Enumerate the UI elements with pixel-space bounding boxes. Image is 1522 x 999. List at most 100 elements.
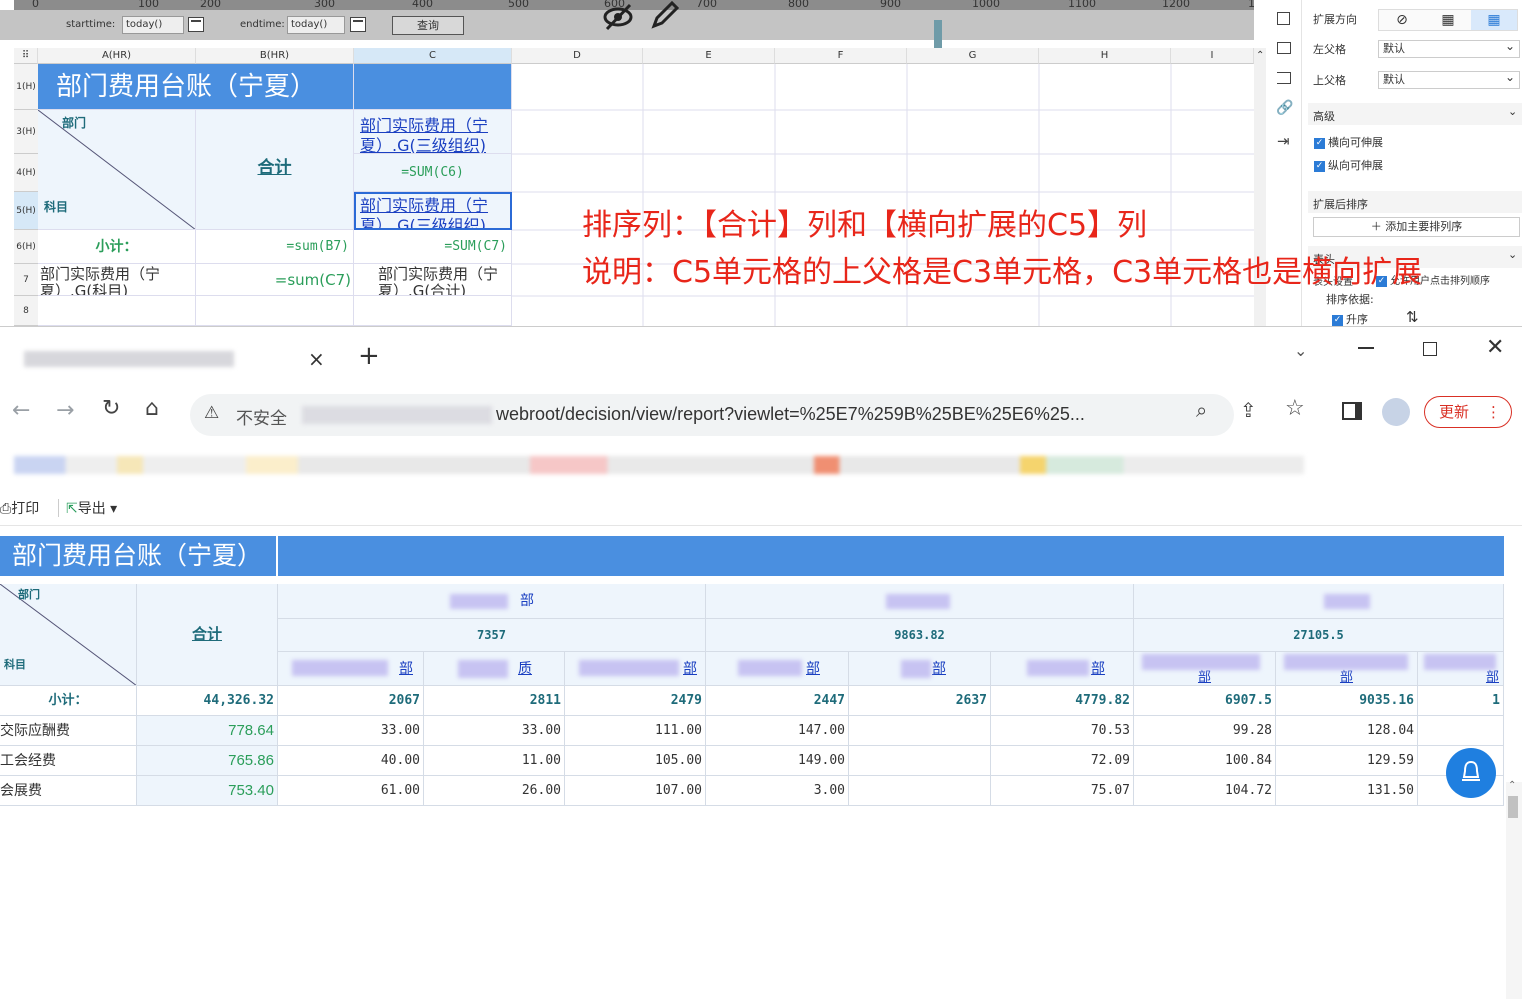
column-header[interactable]: A(HR) — [38, 48, 196, 64]
bookmark-star-icon[interactable]: ☆ — [1285, 396, 1305, 421]
grid-corner[interactable]: ⠿ — [14, 48, 38, 64]
c5-cell-selected[interactable]: 部门实际费用（宁夏）.G(三级组织) — [354, 192, 512, 230]
maximize-icon[interactable] — [1423, 342, 1437, 356]
subheader-cell[interactable]: 部 — [1276, 652, 1418, 686]
row-header[interactable]: 3(H) — [14, 110, 38, 154]
close-tab-icon[interactable]: × — [308, 347, 325, 371]
advanced-section-header[interactable]: 高级 ⌄ — [1308, 103, 1522, 125]
row-header[interactable]: 5(H) — [14, 192, 38, 230]
export-button[interactable]: ⇱导出 ▾ — [66, 498, 117, 518]
avatar[interactable] — [1382, 398, 1410, 426]
no-expand-icon[interactable]: ⊘ — [1379, 10, 1425, 30]
pencil-icon[interactable] — [650, 0, 680, 37]
endtime-input[interactable]: today() — [287, 16, 345, 34]
title-cell[interactable]: 部门费用台账（宁夏） — [38, 64, 354, 110]
column-header[interactable]: D — [512, 48, 643, 64]
subheader-cell[interactable]: 部 — [849, 652, 991, 686]
slash-header-cell[interactable]: 部门 科目 — [38, 110, 196, 230]
left-parent-select[interactable]: 默认 — [1378, 38, 1520, 58]
subheader-cell[interactable]: 部 — [706, 652, 849, 686]
c3-cell[interactable]: 部门实际费用（宁夏）.G(三级组织) — [354, 110, 512, 154]
group-header[interactable] — [1134, 584, 1504, 619]
row-header[interactable]: 6(H) — [14, 230, 38, 264]
style-icon[interactable] — [1277, 72, 1291, 84]
subheader-cell[interactable]: 质 — [424, 652, 565, 686]
group-header[interactable] — [706, 584, 1134, 619]
subheader-cell[interactable]: 部 — [1418, 652, 1504, 686]
v-expand-checkbox[interactable]: ✓ 纵向可伸展 — [1314, 157, 1383, 173]
title-cell-c1[interactable] — [354, 64, 512, 110]
cell-element-icon[interactable] — [1277, 12, 1290, 25]
report-vertical-scrollbar[interactable]: ⌃ — [1506, 780, 1522, 999]
import-icon[interactable]: ⇥ — [1277, 132, 1290, 150]
calendar-icon[interactable] — [188, 17, 204, 32]
url-bar[interactable]: ⚠ 不安全 webroot/decision/view/report?viewl… — [190, 394, 1234, 436]
warning-icon[interactable]: ⚠ — [204, 403, 219, 423]
a7-cell[interactable]: 部门实际费用（宁夏）.G(科目) — [38, 264, 196, 296]
starttime-input[interactable]: today() — [122, 16, 184, 34]
c6-cell[interactable]: =SUM(C7) — [354, 230, 512, 264]
column-header[interactable]: E — [643, 48, 775, 64]
link-icon[interactable]: 🔗 — [1276, 100, 1293, 116]
chevron-up-icon[interactable]: ⌃ — [1256, 50, 1264, 61]
side-panel-icon[interactable] — [1342, 402, 1362, 420]
top-parent-select[interactable]: 默认 — [1378, 69, 1520, 89]
column-header[interactable]: C — [354, 48, 512, 64]
column-header[interactable]: F — [775, 48, 907, 64]
back-icon[interactable]: ← — [12, 398, 30, 423]
column-header[interactable]: G — [907, 48, 1039, 64]
b7-cell[interactable]: =sum(C7) — [196, 264, 354, 296]
xiaoji-cell[interactable]: 小计： — [38, 230, 196, 264]
subheader-cell[interactable]: 部 — [1134, 652, 1276, 686]
empty-cell[interactable] — [38, 296, 196, 326]
export-icon: ⇱ — [66, 501, 78, 517]
subheader-cell[interactable]: 部 — [565, 652, 706, 686]
group-header[interactable]: 部 — [278, 584, 706, 619]
more-menu-icon[interactable]: ⋮ — [1486, 397, 1501, 427]
calendar-icon[interactable] — [350, 17, 366, 32]
chevron-down-icon[interactable]: ⌄ — [1508, 105, 1517, 118]
sort-after-section-header[interactable]: 扩展后排序 — [1308, 191, 1522, 213]
column-header[interactable]: H — [1039, 48, 1171, 64]
close-window-icon[interactable]: ✕ — [1486, 335, 1504, 360]
new-tab-icon[interactable]: + — [358, 341, 380, 371]
report-heji-header[interactable]: 合计 — [137, 584, 278, 686]
query-button[interactable]: 查询 — [392, 16, 464, 35]
minimize-icon[interactable] — [1358, 347, 1374, 349]
b6-cell[interactable]: =sum(B7) — [196, 230, 354, 264]
forward-icon[interactable]: → — [56, 398, 74, 423]
chevron-up-icon[interactable]: ⌃ — [1508, 780, 1516, 791]
sort-order-icon[interactable]: ⇅ — [1406, 308, 1419, 326]
column-header[interactable]: B(HR) — [196, 48, 354, 64]
empty-cell[interactable] — [196, 296, 354, 326]
row-header[interactable]: 1(H) — [14, 64, 38, 110]
heji-cell[interactable]: 合计 — [196, 110, 354, 230]
subheader-cell[interactable]: 部 — [991, 652, 1134, 686]
share-icon[interactable]: ⇪ — [1240, 398, 1257, 422]
add-sort-button[interactable]: ＋ 添加主要排列序 — [1313, 217, 1520, 237]
row-header[interactable]: 7 — [14, 264, 38, 296]
cell-attribute-icon[interactable] — [1277, 42, 1291, 54]
asc-checkbox[interactable]: ✓ 升序 — [1332, 311, 1368, 326]
row-header[interactable]: 4(H) — [14, 154, 38, 192]
h-expand-checkbox[interactable]: ✓ 横向可伸展 — [1314, 134, 1383, 150]
zoom-icon[interactable]: ⌕ — [1196, 398, 1207, 422]
reload-icon[interactable]: ↻ — [102, 396, 120, 421]
browser-tab[interactable]: × — [6, 337, 338, 385]
c7-cell[interactable]: 部门实际费用（宁夏）.G(合计) — [354, 264, 512, 296]
subheader-cell[interactable]: 部 — [278, 652, 424, 686]
row-header[interactable]: 8 — [14, 296, 38, 326]
tab-search-chevron-icon[interactable]: ⌄ — [1294, 341, 1307, 360]
scroll-thumb[interactable] — [1508, 796, 1518, 818]
home-icon[interactable]: ⌂ — [145, 396, 159, 421]
print-button[interactable]: ⎙打印 — [0, 498, 39, 518]
empty-cell[interactable] — [354, 296, 512, 326]
update-button[interactable]: 更新 ⋮ — [1424, 396, 1512, 428]
horizontal-expand-icon[interactable]: ▦ — [1471, 10, 1517, 30]
vertical-expand-icon[interactable]: ▦ — [1425, 10, 1471, 30]
notification-fab[interactable] — [1446, 748, 1496, 798]
column-header[interactable]: I — [1171, 48, 1254, 64]
chevron-down-icon[interactable]: ⌄ — [1508, 248, 1517, 261]
hidden-eye-icon[interactable] — [602, 3, 636, 38]
c4-cell[interactable]: =SUM(C6) — [354, 154, 512, 192]
